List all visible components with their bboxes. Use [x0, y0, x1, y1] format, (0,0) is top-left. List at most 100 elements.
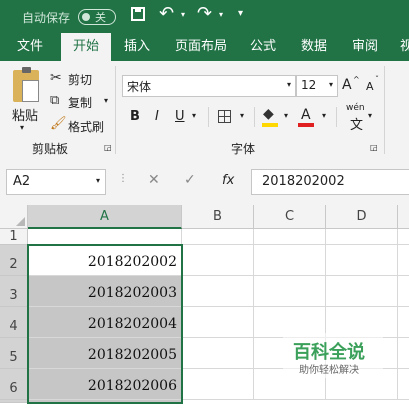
phonetic-dropdown-icon[interactable]: ▾ — [368, 111, 372, 120]
cut-button[interactable]: 剪切 — [68, 71, 92, 88]
tab-formulas[interactable]: 公式 — [250, 33, 276, 61]
cell-d3[interactable] — [326, 276, 398, 307]
row-header-4[interactable]: 4 — [0, 307, 28, 338]
cell-d2[interactable] — [326, 245, 398, 276]
decrease-font-icon[interactable]: A — [366, 80, 374, 93]
underline-dropdown-icon[interactable]: ▾ — [192, 111, 196, 120]
font-name-dropdown-icon[interactable]: ▾ — [287, 80, 291, 89]
fill-color-dropdown-icon[interactable]: ▾ — [284, 111, 288, 120]
customize-toolbar-icon[interactable]: ▾ — [238, 8, 243, 19]
name-box-value: A2 — [13, 174, 31, 189]
row-header-1[interactable]: 1 — [0, 229, 28, 245]
cancel-icon[interactable]: ✕ — [148, 172, 160, 188]
tab-page-layout[interactable]: 页面布局 — [175, 33, 227, 61]
cell-b2[interactable] — [182, 245, 254, 276]
font-size-select[interactable]: 12 ▾ — [296, 75, 338, 97]
enter-icon[interactable]: ✓ — [184, 172, 196, 188]
redo-dropdown-icon[interactable]: ▾ — [219, 10, 223, 19]
cell-c2[interactable] — [254, 245, 326, 276]
font-color-swatch — [298, 123, 314, 127]
formula-bar: A2 ▾ ⋮ ✕ ✓ fx 2018202002 — [0, 159, 409, 205]
row-header-3[interactable]: 3 — [0, 276, 28, 307]
row-header-6[interactable]: 6 — [0, 369, 28, 400]
column-header-b[interactable]: B — [182, 205, 254, 229]
cell-e4[interactable] — [398, 307, 409, 338]
cell-a3-value: 2018202003 — [87, 285, 177, 301]
cell-b1[interactable] — [182, 229, 254, 245]
underline-button[interactable]: U — [175, 109, 185, 124]
cell-e2[interactable] — [398, 245, 409, 276]
cell-b5[interactable] — [182, 338, 254, 369]
fill-color-icon[interactable]: ◆ — [263, 107, 274, 121]
tab-review[interactable]: 审阅 — [352, 33, 378, 61]
cell-e5[interactable] — [398, 338, 409, 369]
autosave-toggle[interactable]: 关 — [78, 9, 116, 25]
format-painter-icon: 🖌 — [50, 116, 67, 131]
group-divider — [208, 107, 209, 127]
phonetic-guide-char: 文 — [350, 118, 364, 133]
font-color-icon[interactable]: A — [301, 107, 311, 123]
font-name-select[interactable]: 宋体 ▾ — [122, 75, 296, 97]
cell-d1[interactable] — [326, 229, 398, 245]
title-bar: 自动保存 关 ↶ ▾ ↷ ▾ ▾ — [0, 0, 409, 33]
copy-button[interactable]: 复制 — [68, 94, 92, 111]
cell-b6[interactable] — [182, 369, 254, 400]
font-size-dropdown-icon[interactable]: ▾ — [329, 80, 333, 89]
cell-b4[interactable] — [182, 307, 254, 338]
tab-file[interactable]: 文件 — [17, 33, 43, 61]
tab-home[interactable]: 开始 — [61, 33, 111, 61]
save-icon[interactable] — [131, 7, 145, 21]
scissors-icon: ✂ — [50, 70, 62, 86]
cell-e6[interactable] — [398, 369, 409, 400]
borders-icon[interactable] — [218, 110, 231, 123]
paste-icon[interactable] — [13, 67, 39, 102]
group-divider — [384, 66, 385, 154]
fill-color-swatch — [262, 123, 278, 127]
italic-button[interactable]: I — [155, 109, 159, 124]
group-divider — [254, 107, 255, 127]
cell-a6[interactable]: 2018202006 — [28, 369, 182, 400]
format-painter-button[interactable]: 格式刷 — [68, 118, 104, 135]
paste-button[interactable]: 粘贴 — [12, 105, 38, 124]
tab-insert[interactable]: 插入 — [124, 33, 150, 61]
clipboard-group-label: 剪贴板 — [32, 142, 69, 156]
cell-e3[interactable] — [398, 276, 409, 307]
column-header-e[interactable] — [398, 205, 409, 229]
name-box[interactable]: A2 ▾ — [6, 169, 106, 195]
row-header-2[interactable]: 2 — [0, 245, 28, 276]
tab-view[interactable]: 视 — [400, 33, 409, 61]
redo-icon[interactable]: ↷ — [197, 3, 212, 24]
cell-c1[interactable] — [254, 229, 326, 245]
cell-e1[interactable] — [398, 229, 409, 245]
cell-a2[interactable]: 2018202002 — [28, 245, 182, 276]
select-all-corner[interactable] — [0, 205, 28, 229]
clipboard-launcher-icon[interactable]: ◲ — [104, 143, 112, 152]
undo-dropdown-icon[interactable]: ▾ — [181, 10, 185, 19]
copy-dropdown-icon[interactable]: ▾ — [104, 96, 108, 105]
cell-a5[interactable]: 2018202005 — [28, 338, 182, 369]
ribbon-tabs: 文件 开始 插入 页面布局 公式 数据 审阅 视 — [0, 33, 409, 61]
undo-icon[interactable]: ↶ — [159, 3, 174, 24]
font-color-dropdown-icon[interactable]: ▾ — [322, 111, 326, 120]
formula-input[interactable]: 2018202002 — [251, 169, 409, 195]
column-header-c[interactable]: C — [254, 205, 326, 229]
cell-b3[interactable] — [182, 276, 254, 307]
paste-dropdown-icon[interactable]: ▾ — [20, 123, 24, 132]
formula-content: 2018202002 — [262, 174, 345, 189]
cell-a4[interactable]: 2018202004 — [28, 307, 182, 338]
row-header-5[interactable]: 5 — [0, 338, 28, 369]
bold-button[interactable]: B — [130, 109, 140, 124]
cell-a1[interactable] — [28, 229, 182, 245]
cell-a3[interactable]: 2018202003 — [28, 276, 182, 307]
insert-function-icon[interactable]: fx — [222, 173, 234, 188]
name-box-dropdown-icon[interactable]: ▾ — [96, 176, 100, 185]
cell-c3[interactable] — [254, 276, 326, 307]
cell-a6-value: 2018202006 — [87, 378, 177, 394]
increase-font-icon[interactable]: A — [342, 77, 352, 93]
font-launcher-icon[interactable]: ◲ — [370, 143, 378, 152]
tab-data[interactable]: 数据 — [301, 33, 327, 61]
phonetic-guide-icon[interactable]: wén — [346, 103, 365, 113]
borders-dropdown-icon[interactable]: ▾ — [240, 111, 244, 120]
column-header-a[interactable]: A — [28, 205, 182, 229]
column-header-d[interactable]: D — [326, 205, 398, 229]
